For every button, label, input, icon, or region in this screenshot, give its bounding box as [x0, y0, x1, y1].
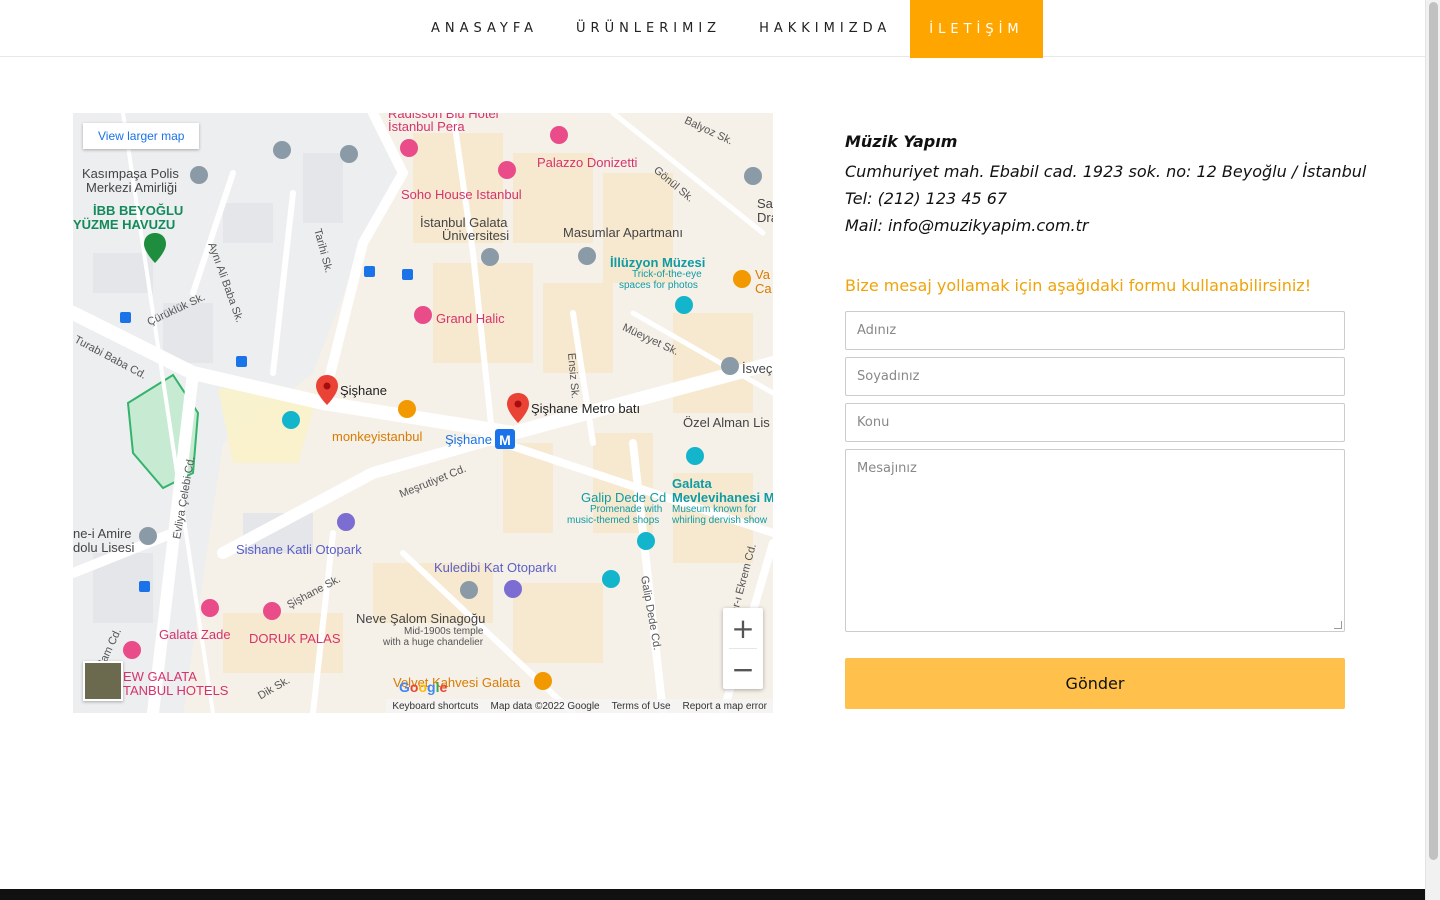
- map-label-doruk: DORUK PALAS: [249, 631, 341, 646]
- map-label-mevlevi-2: Mevlevihanesi M: [672, 490, 773, 505]
- satellite-toggle-button[interactable]: [83, 661, 123, 701]
- nav-item-products[interactable]: ÜRÜNLERIMIZ: [557, 0, 740, 57]
- footer-bar: [0, 889, 1425, 900]
- submit-button[interactable]: Gönder: [845, 658, 1345, 709]
- first-name-field[interactable]: Adınız: [845, 311, 1345, 350]
- map-label-galip-dede: Galip Dede Cd: [581, 490, 667, 505]
- scrollbar-thumb[interactable]: [1429, 2, 1438, 860]
- zoom-out-button[interactable]: −: [723, 649, 763, 689]
- map-label-neve-sub2: with a huge chandelier: [383, 637, 484, 648]
- map-label-grand-halic: Grand Halic: [436, 311, 505, 326]
- company-address: Cumhuriyet mah. Ebabil cad. 1923 sok. no…: [845, 162, 1367, 181]
- map-label-ibb-1: İBB BEYOĞLU: [93, 203, 184, 218]
- map-label-neve-sub1: Mid-1900s temple: [404, 626, 484, 637]
- nav-item-about[interactable]: HAKKIMIZDA: [740, 0, 910, 57]
- nav-item-home[interactable]: ANASAYFA: [412, 0, 557, 57]
- company-name: Müzik Yapım: [845, 132, 958, 151]
- top-navigation: ANASAYFA ÜRÜNLERIMIZ HAKKIMIZDA İLETİŞİM: [0, 0, 1425, 58]
- map-label-new-galata-1: EW GALATA: [123, 669, 197, 684]
- map-label-sishane-m: Şişhane: [445, 432, 492, 447]
- map-label-va: Va: [755, 267, 770, 282]
- map-label-galata-uni-2: Üniversitesi: [442, 228, 510, 243]
- map-label-monkey: monkeyistanbul: [332, 429, 423, 444]
- map-label-palazzo: Palazzo Donizetti: [537, 155, 638, 170]
- map-label-illuzyon-sub2: spaces for photos: [619, 280, 698, 291]
- google-map[interactable]: M Radisson Blu Hotel İstanbul Pera Palaz…: [73, 113, 773, 713]
- page-scrollbar[interactable]: [1425, 0, 1440, 900]
- form-intro-text: Bize mesaj yollamak için aşağıdaki formu…: [845, 276, 1312, 295]
- map-label-mevlevi-sub1: Museum known for: [672, 504, 757, 515]
- map-label-kasimpasa-1: Kasımpaşa Polis: [82, 166, 179, 181]
- map-label-amire-1: ne-i Amire: [73, 526, 132, 541]
- view-larger-map-link[interactable]: View larger map: [83, 123, 200, 149]
- map-label-santa-1: Santa M: [757, 196, 773, 211]
- terms-of-use-link[interactable]: Terms of Use: [612, 701, 671, 712]
- google-logo: Google: [399, 679, 448, 695]
- nav-item-contact[interactable]: İLETİŞİM: [910, 0, 1043, 58]
- map-label-santa-2: Draperi: [757, 210, 773, 225]
- map-label-galip-dede-sub1: Promenade with: [590, 504, 663, 515]
- map-label-galata-zade: Galata Zade: [159, 627, 231, 642]
- contact-form: Adınız Soyadınız Konu Mesajınız Gönder: [845, 311, 1345, 709]
- company-phone: Tel: (212) 123 45 67: [845, 189, 1008, 208]
- map-label-mevlevi-sub2: whirling dervish show: [672, 515, 768, 526]
- map-label-illuzyon: İllüzyon Müzesi: [610, 255, 706, 270]
- map-label-kuledibi: Kuledibi Kat Otoparkı: [434, 560, 557, 575]
- svg-text:M: M: [499, 432, 511, 448]
- map-label-new-galata-2: TANBUL HOTELS: [123, 683, 229, 698]
- map-label-mevlevi-1: Galata: [672, 476, 712, 491]
- keyboard-shortcuts-link[interactable]: Keyboard shortcuts: [392, 701, 478, 712]
- map-label-ibb-2: YÜZME HAVUZU: [73, 217, 176, 232]
- report-map-error-link[interactable]: Report a map error: [683, 701, 767, 712]
- map-label-sishane-metro: Şişhane Metro batı: [531, 401, 641, 416]
- map-zoom-control: + −: [723, 608, 763, 689]
- map-label-kasimpasa-2: Merkezi Amirliği: [86, 180, 178, 195]
- message-textarea[interactable]: Mesajınız: [845, 449, 1345, 632]
- map-data-text: Map data ©2022 Google: [490, 700, 600, 712]
- map-label-sishane: Şişhane: [340, 383, 387, 398]
- map-label-illuzyon-sub1: Trick-of-the-eye: [632, 269, 702, 280]
- map-label-istanbul-pera: İstanbul Pera: [388, 119, 465, 134]
- map-label-neve: Neve Şalom Sinagoğu: [356, 611, 486, 626]
- page: ANASAYFA ÜRÜNLERIMIZ HAKKIMIZDA İLETİŞİM: [0, 0, 1425, 900]
- message-placeholder: Mesajınız: [857, 461, 917, 476]
- map-attribution-bar: Keyboard shortcuts Map data ©2022 Google…: [386, 699, 773, 713]
- map-label-masumlar: Masumlar Apartmanı: [563, 225, 683, 240]
- resize-grip-icon[interactable]: [1334, 621, 1342, 629]
- map-label-ca: Ca: [755, 281, 772, 296]
- nav-menu: ANASAYFA ÜRÜNLERIMIZ HAKKIMIZDA İLETİŞİM: [412, 0, 1043, 58]
- map-label-galip-dede-sub2: music-themed shops: [567, 515, 660, 526]
- subject-field[interactable]: Konu: [845, 403, 1345, 442]
- map-label-katli-otopark: Sishane Katli Otopark: [236, 542, 362, 557]
- map-label-ozel-alman: Özel Alman Lis: [683, 415, 770, 430]
- map-label-soho: Soho House Istanbul: [401, 187, 522, 202]
- map-label-isvec: İsveç: [742, 361, 773, 376]
- company-mail: Mail: info@muzikyapim.com.tr: [845, 216, 1089, 235]
- map-label-amire-2: dolu Lisesi: [73, 540, 135, 555]
- contact-info: Müzik Yapım Cumhuriyet mah. Ebabil cad. …: [845, 131, 1367, 297]
- last-name-field[interactable]: Soyadınız: [845, 357, 1345, 396]
- zoom-in-button[interactable]: +: [723, 608, 763, 648]
